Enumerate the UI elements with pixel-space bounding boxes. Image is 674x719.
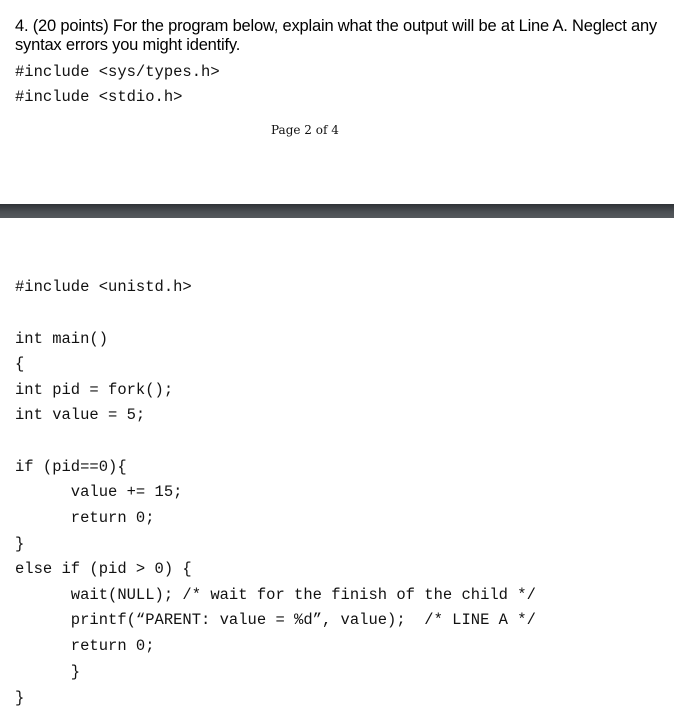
code-line-main-close-brace: } — [15, 689, 25, 707]
code-line-value-increment: value += 15; — [15, 483, 183, 501]
code-line-else-if-parent: else if (pid > 0) { — [15, 560, 192, 578]
code-line-main-signature: int main() — [15, 330, 109, 348]
code-line-include-sys-types: #include <sys/types.h> — [15, 63, 220, 81]
code-line-child-return: return 0; — [15, 509, 155, 527]
code-line-if-close-brace: } — [15, 535, 25, 553]
code-line-parent-return: return 0; — [15, 637, 155, 655]
code-line-wait: wait(NULL); /* wait for the finish of th… — [15, 586, 536, 604]
code-line-else-close-brace: } — [15, 663, 81, 681]
code-line-printf-line-a: printf(“PARENT: value = %d”, value); /* … — [15, 611, 536, 629]
code-line-if-child: if (pid==0){ — [15, 458, 127, 476]
code-line-pid-fork: int pid = fork(); — [15, 381, 174, 399]
page-indicator: Page 2 of 4 — [271, 123, 339, 137]
page-separator — [0, 204, 674, 218]
question-text: 4. (20 points) For the program below, ex… — [15, 17, 657, 54]
code-line-value-init: int value = 5; — [15, 406, 146, 424]
code-line-main-open-brace: { — [15, 355, 25, 373]
code-line-include-stdio: #include <stdio.h> — [15, 88, 183, 106]
code-line-include-unistd: #include <unistd.h> — [15, 278, 192, 296]
